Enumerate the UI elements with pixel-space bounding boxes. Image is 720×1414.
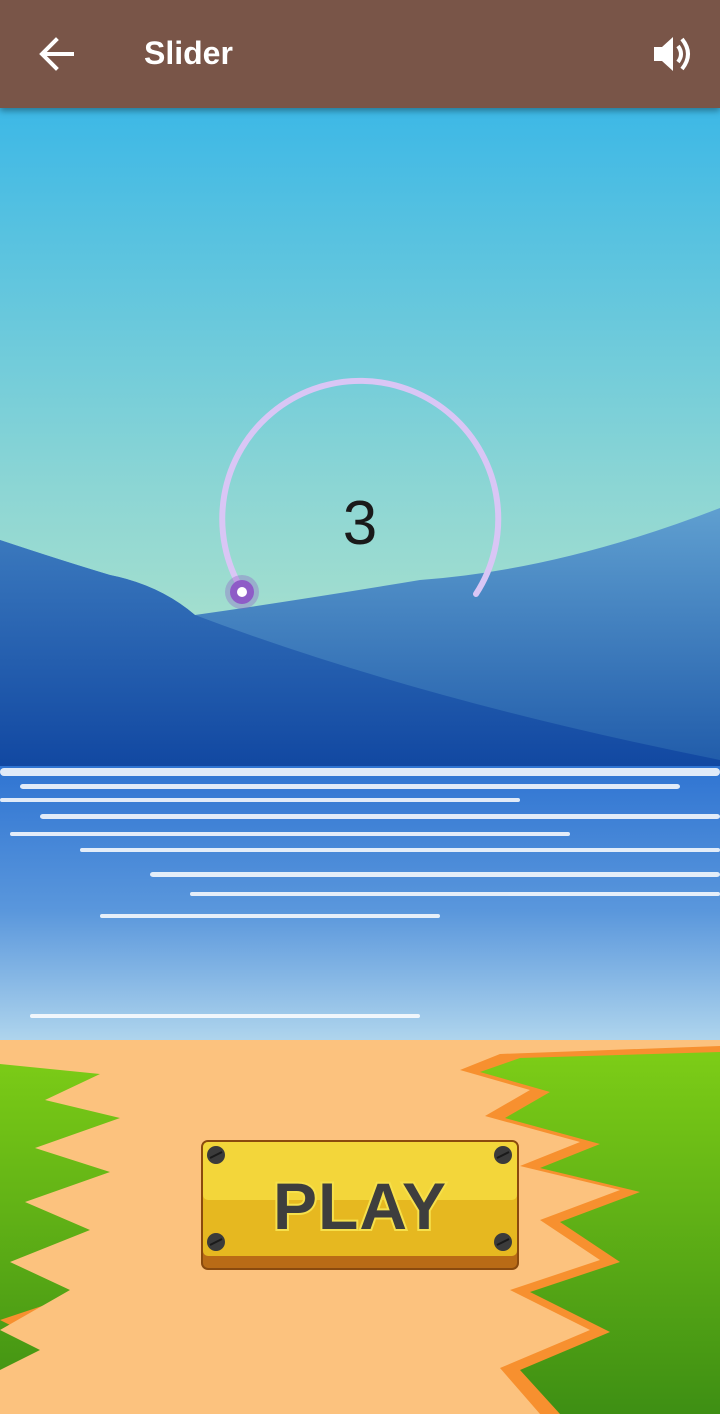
play-button[interactable]: PLAY <box>200 1139 520 1271</box>
slider-value: 3 <box>342 489 378 558</box>
volume-up-icon <box>646 37 698 84</box>
play-button-label: PLAY <box>273 1169 447 1243</box>
app-bar: Slider <box>0 0 720 108</box>
slider-thumb-center <box>237 587 247 597</box>
arrow-back-icon <box>30 37 82 84</box>
back-button[interactable] <box>30 28 82 80</box>
sound-button[interactable] <box>646 28 698 80</box>
page-title: Slider <box>144 35 233 71</box>
